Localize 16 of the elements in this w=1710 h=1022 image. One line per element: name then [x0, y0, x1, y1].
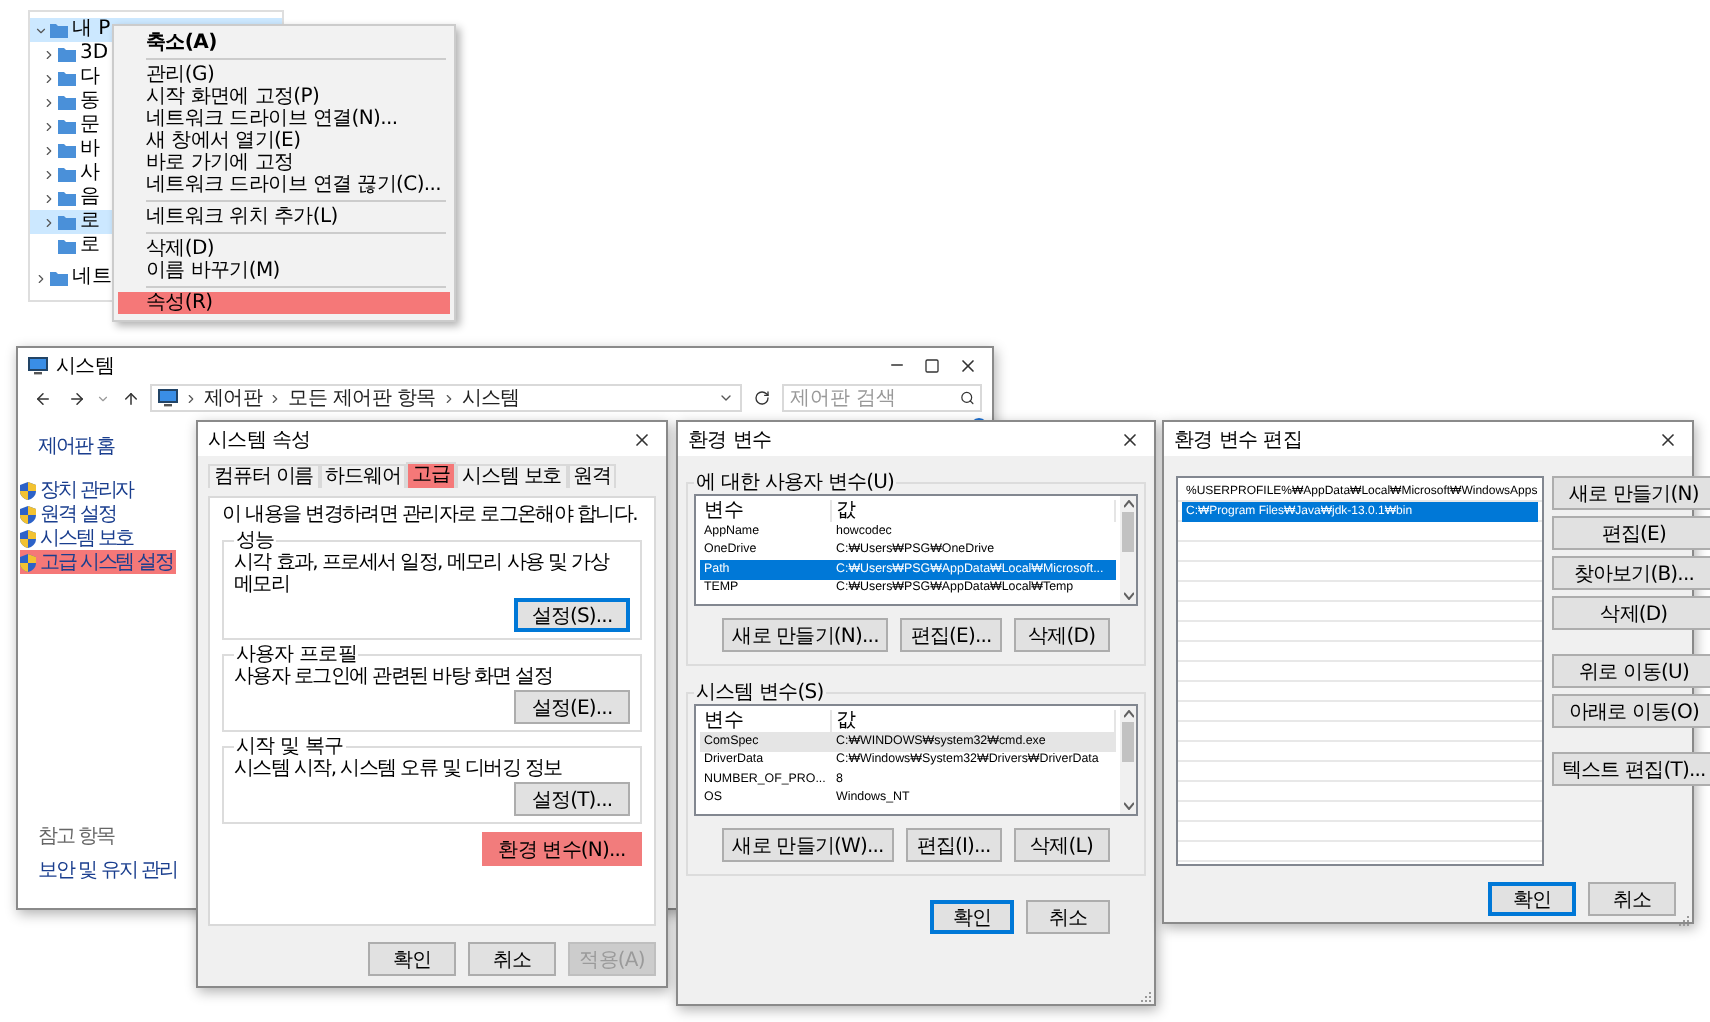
column-header: 값 [832, 499, 1116, 521]
group-label: 시작 및 복구 [234, 736, 346, 758]
group-label: 사용자 프로필 [234, 644, 359, 666]
column-header: 변수 [700, 499, 832, 521]
description-text: 사용자 로그인에 관련된 바탕 화면 설정 [234, 666, 555, 688]
section-heading: 참고 항목 [38, 824, 115, 850]
window-title: 시스템 [56, 353, 117, 379]
group-label: 시스템 변수(S) [694, 682, 826, 704]
dialog-title: 환경 변수 편집 [1174, 427, 1304, 453]
notice-text: 이 내용을 변경하려면 관리자로 로그온해야 합니다. [222, 504, 639, 526]
group-label: 성능 [234, 530, 277, 552]
description-text: 시스템 시작, 시스템 오류 및 디버깅 정보 [234, 758, 564, 780]
group-label: 에 대한 사용자 변수(U) [694, 472, 897, 494]
description-text: 시각 효과, 프로세서 일정, 메모리 사용 및 가상 메모리 [234, 552, 612, 596]
dialog-title: 환경 변수 [688, 427, 774, 453]
dialog-title: 시스템 속성 [208, 427, 313, 453]
